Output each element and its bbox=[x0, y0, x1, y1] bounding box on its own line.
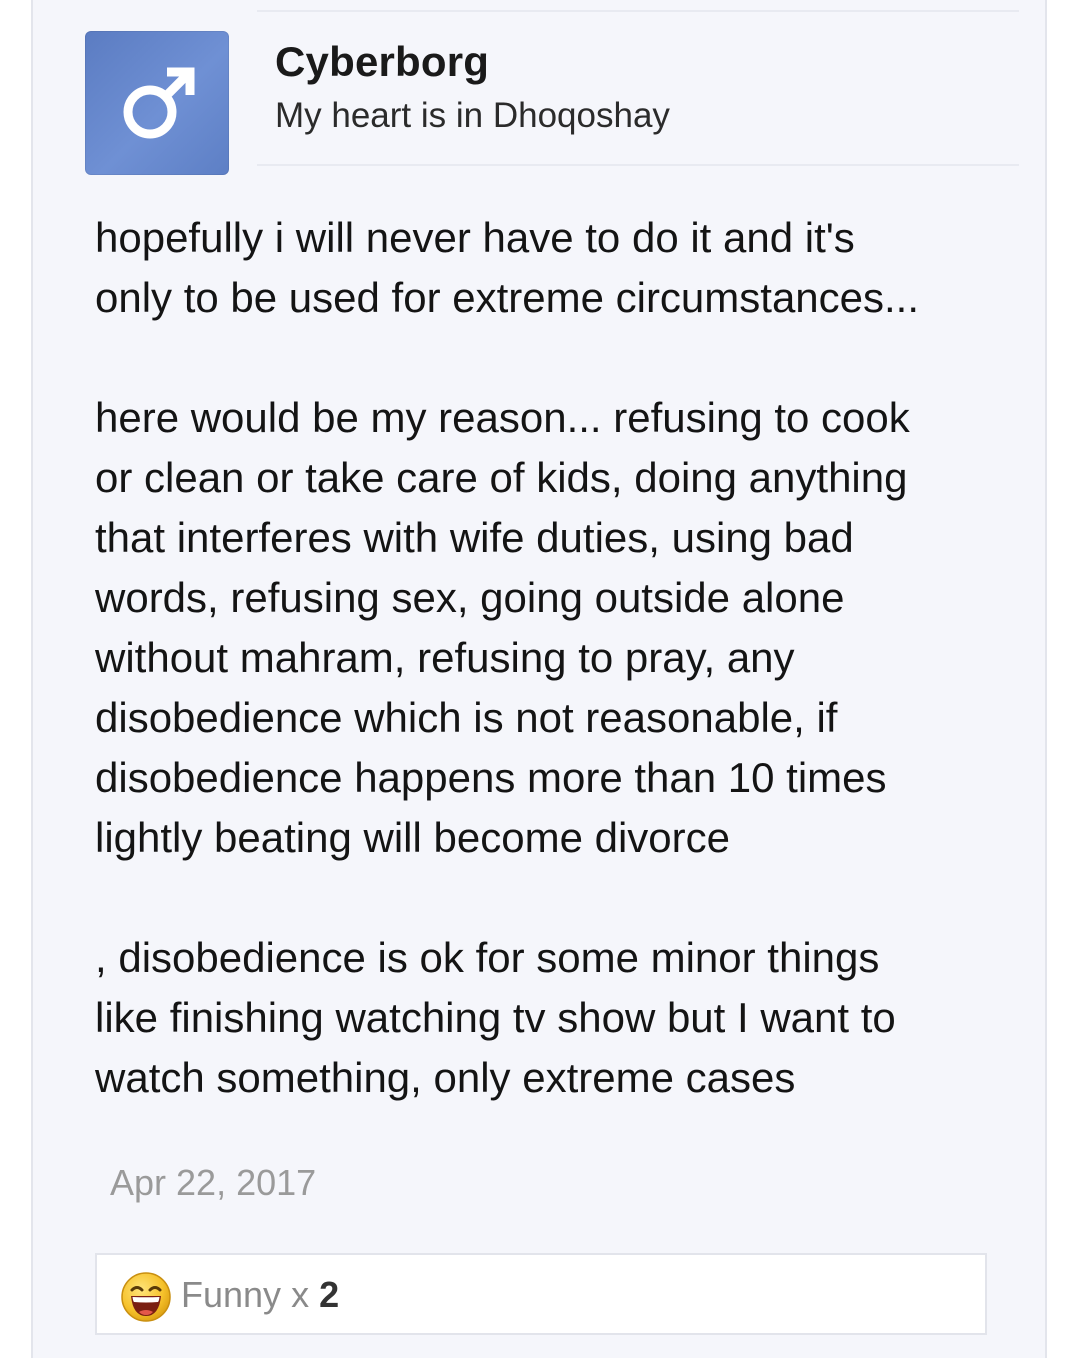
forum-post: Cyberborg My heart is in Dhoqoshay hopef… bbox=[31, 0, 1047, 1358]
user-info: Cyberborg My heart is in Dhoqoshay bbox=[257, 10, 1019, 166]
reaction-label[interactable]: Funny x 2 bbox=[181, 1274, 339, 1316]
user-title: My heart is in Dhoqoshay bbox=[275, 96, 670, 135]
message-body: hopefully i will never have to do it and… bbox=[95, 208, 1025, 1108]
username[interactable]: Cyberborg bbox=[275, 38, 489, 86]
message-paragraph: , disobedience is ok for some minor thin… bbox=[95, 934, 896, 1101]
laughing-face-icon bbox=[121, 1272, 171, 1322]
message-paragraph: here would be my reason... refusing to c… bbox=[95, 394, 910, 861]
post-date[interactable]: Apr 22, 2017 bbox=[110, 1162, 316, 1204]
reaction-name: Funny bbox=[181, 1274, 282, 1315]
reaction-separator: x bbox=[281, 1274, 320, 1315]
reaction-count: 2 bbox=[319, 1274, 340, 1315]
male-symbol-icon bbox=[123, 67, 195, 139]
reactions-bar[interactable]: Funny x 2 bbox=[95, 1253, 987, 1335]
message-paragraph: hopefully i will never have to do it and… bbox=[95, 214, 920, 321]
avatar[interactable] bbox=[85, 31, 229, 175]
